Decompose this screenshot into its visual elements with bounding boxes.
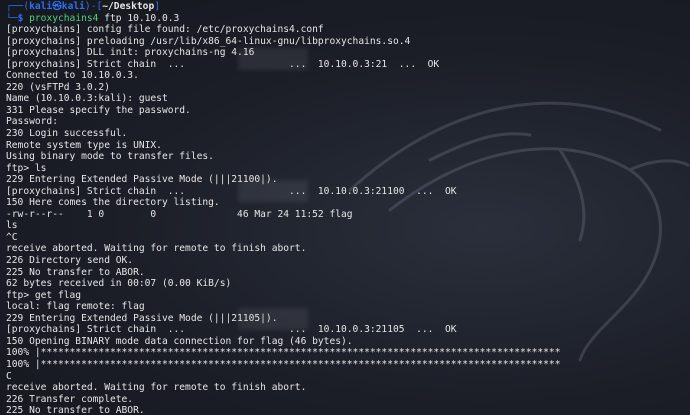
output-line: ls bbox=[6, 220, 18, 232]
prompt-line-top: ┌──(kali㉿kali)-[~/Desktop] bbox=[6, 1, 690, 13]
terminal-output: ┌──(kali㉿kali)-[~/Desktop] └─$ proxychai… bbox=[6, 1, 690, 415]
output-line: 226 Transfer complete. bbox=[6, 393, 134, 405]
output-line: receive aborted. Waiting for remote to f… bbox=[6, 382, 307, 394]
output-line: 100% |**********************************… bbox=[6, 347, 561, 359]
output-line: 150 Opening BINARY mode data connection … bbox=[6, 335, 353, 347]
output-line: Using binary mode to transfer files. bbox=[6, 151, 214, 163]
output-line: Password: bbox=[6, 116, 58, 128]
prompt-separator: )-[ bbox=[84, 1, 103, 12]
prompt-corner-top: ┌──( bbox=[6, 1, 30, 12]
prompt-dollar: $ bbox=[17, 12, 30, 24]
terminal-window[interactable]: ┌──(kali㉿kali)-[~/Desktop] └─$ proxychai… bbox=[0, 0, 690, 415]
prompt-user: kali㉿kali bbox=[29, 1, 85, 12]
output-line: receive aborted. Waiting for remote to f… bbox=[6, 243, 307, 255]
output-line: 225 No transfer to ABOR. bbox=[6, 266, 145, 278]
output-line: 230 Login successful. bbox=[6, 128, 128, 140]
output-line: C bbox=[6, 370, 12, 382]
output-line: 229 Entering Extended Passive Mode (|||2… bbox=[6, 312, 278, 324]
output-line: 100% |**********************************… bbox=[6, 358, 561, 370]
output-line: ^C bbox=[6, 231, 18, 243]
output-line: ftp> ls bbox=[6, 162, 47, 174]
output-line: 62 bytes received in 00:07 (0.00 KiB/s) bbox=[6, 278, 232, 290]
output-line: [proxychains] config file found: /etc/pr… bbox=[6, 24, 324, 36]
output-line: [proxychains] Strict chain ... ... 10.10… bbox=[6, 185, 457, 197]
output-line: -rw-r--r-- 1 0 0 46 Mar 24 11:52 flag bbox=[6, 208, 353, 220]
output-line: ftp> get flag bbox=[6, 289, 82, 301]
output-line: 150 Here comes the directory listing. bbox=[6, 197, 220, 209]
output-line: [proxychains] Strict chain ... ... 10.10… bbox=[6, 324, 457, 336]
output-line: 220 (vsFTPd 3.0.2) bbox=[6, 81, 110, 93]
output-line: Connected to 10.10.0.3. bbox=[6, 70, 139, 82]
output-line: [proxychains] preloading /usr/lib/x86_64… bbox=[6, 35, 411, 47]
output-line: Name (10.10.0.3:kali): guest bbox=[6, 93, 168, 105]
output-line: 225 No transfer to ABOR. bbox=[6, 405, 145, 415]
prompt-path: ~/Desktop bbox=[102, 1, 155, 12]
output-line: 229 Entering Extended Passive Mode (|||2… bbox=[6, 174, 278, 186]
redaction-blur bbox=[238, 180, 308, 202]
output-line: [proxychains] Strict chain ... ... 10.10… bbox=[6, 58, 440, 70]
redaction-blur bbox=[238, 308, 308, 330]
command-name: proxychains4 bbox=[29, 12, 99, 24]
redaction-blur bbox=[238, 48, 308, 70]
prompt-line-command: └─$ proxychains4 ftp 10.10.0.3 bbox=[6, 13, 690, 25]
output-line: [proxychains] DLL init: proxychains-ng 4… bbox=[6, 47, 255, 59]
command-args: ftp 10.10.0.3 bbox=[98, 12, 180, 24]
output-line: Remote system type is UNIX. bbox=[6, 139, 162, 151]
prompt-close: ] bbox=[154, 1, 161, 12]
prompt-corner-bottom: └─ bbox=[6, 12, 18, 24]
output-line: 331 Please specify the password. bbox=[6, 104, 191, 116]
output-line: local: flag remote: flag bbox=[6, 301, 145, 313]
output-line: 226 Directory send OK. bbox=[6, 255, 134, 267]
